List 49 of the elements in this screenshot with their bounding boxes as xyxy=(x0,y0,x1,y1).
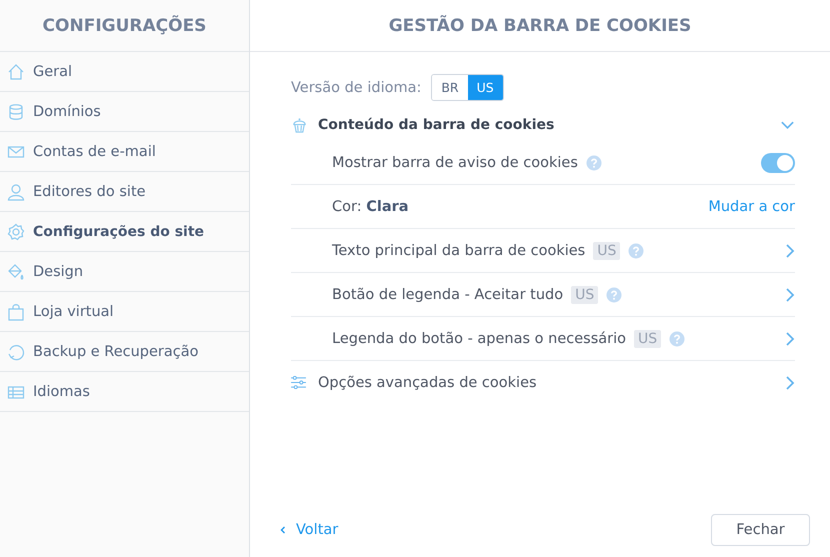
setting-label: Texto principal da barra de cookies xyxy=(332,242,586,258)
setting-row[interactable]: Botão de legenda - Aceitar tudo US xyxy=(291,273,795,317)
language-tab[interactable]: US xyxy=(468,75,503,100)
language-badge: US xyxy=(593,242,620,260)
sidebar-item[interactable]: Backup e Recuperação xyxy=(0,332,249,372)
advanced-options-row[interactable]: Opções avançadas de cookies xyxy=(291,361,795,404)
chevron-right-icon[interactable] xyxy=(785,286,795,302)
sidebar-item[interactable]: Configurações do site xyxy=(0,212,249,252)
menu-item-icon xyxy=(7,342,25,360)
section-title: Conteúdo da barra de cookies xyxy=(318,117,556,133)
chevron-right-icon[interactable] xyxy=(785,242,795,258)
language-badge: US xyxy=(634,330,662,348)
sidebar-item[interactable]: Domínios xyxy=(0,92,249,132)
help-icon[interactable] xyxy=(606,286,622,302)
sidebar-item[interactable]: Editores do site xyxy=(0,172,249,212)
panel-title: GESTÃO DA BARRA DE COOKIES xyxy=(250,0,830,52)
menu-item-icon xyxy=(7,262,25,280)
help-icon[interactable] xyxy=(586,154,602,170)
sidebar-title: CONFIGURAÇÕES xyxy=(0,0,249,52)
chevron-right-icon[interactable] xyxy=(785,330,795,346)
setting-label: Mostrar barra de aviso de cookies xyxy=(332,154,578,170)
chevron-down-icon[interactable] xyxy=(780,120,795,130)
menu-item-icon xyxy=(7,182,25,200)
setting-row[interactable]: Texto principal da barra de cookies US xyxy=(291,229,795,273)
menu-item-icon xyxy=(7,302,25,320)
sliders-icon xyxy=(291,376,306,389)
menu-item-icon xyxy=(7,62,25,80)
sidebar-item[interactable]: Loja virtual xyxy=(0,292,249,332)
sidebar-item[interactable]: Design xyxy=(0,252,249,292)
setting-label: Botão de legenda - Aceitar tudo xyxy=(332,286,564,302)
language-badge: US xyxy=(571,286,598,304)
sidebar-item[interactable]: Contas de e-mail xyxy=(0,132,249,172)
sidebar-item[interactable]: Idiomas xyxy=(0,372,249,412)
back-link[interactable]: Voltar xyxy=(280,522,338,538)
cupcake-icon xyxy=(291,116,308,134)
toggle-switch[interactable] xyxy=(761,152,795,172)
close-button[interactable]: Fechar xyxy=(711,514,810,546)
language-label: Versão de idioma: xyxy=(291,80,422,96)
setting-label: Legenda do botão - apenas o necessário xyxy=(332,330,626,346)
menu-item-icon xyxy=(7,102,25,120)
help-icon[interactable] xyxy=(669,330,686,346)
setting-row[interactable]: Legenda do botão - apenas o necessário US xyxy=(291,317,795,361)
sidebar-item[interactable]: Geral xyxy=(0,52,249,92)
menu-item-icon xyxy=(7,222,25,240)
chevron-right-icon[interactable] xyxy=(785,374,795,390)
change-color-link[interactable]: Mudar a cor xyxy=(708,198,795,214)
chevron-left-icon xyxy=(280,525,286,535)
color-setting: Cor: Clara xyxy=(332,198,409,214)
help-icon[interactable] xyxy=(628,242,644,258)
